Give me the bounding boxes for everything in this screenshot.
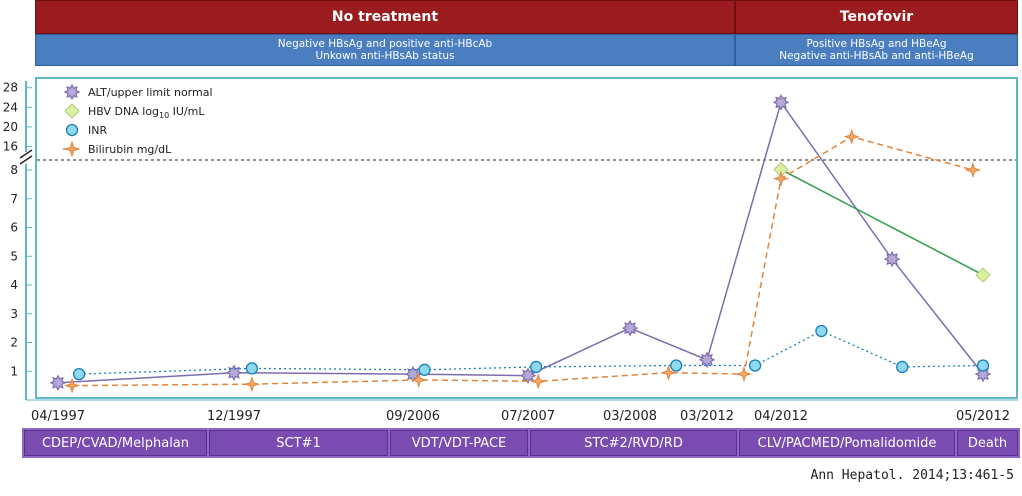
inr-point <box>72 367 86 381</box>
y-tick-label: 24 <box>3 100 18 114</box>
alt-point <box>63 83 81 101</box>
x-tick-label: 12/1997 <box>207 409 261 424</box>
alt-point <box>49 374 67 392</box>
citation: Ann Hepatol. 2014;13:461-5 <box>810 468 1015 483</box>
y-tick-label: 4 <box>10 278 18 292</box>
treatment-death: Death <box>957 430 1018 456</box>
treatment-vdt: VDT/VDT-PACE <box>390 430 528 456</box>
treatment-label: VDT/VDT-PACE <box>411 435 507 451</box>
legend-bili-label: Bilirubin mg/dL <box>88 143 172 156</box>
x-tick-label: 03/2008 <box>603 409 657 424</box>
inr-point <box>418 363 431 376</box>
inr-point <box>670 359 683 372</box>
inr-point <box>815 324 828 338</box>
axis-break-icon <box>19 149 33 165</box>
alt-point <box>698 351 716 369</box>
y-tick-label: 16 <box>3 140 18 154</box>
legend-hbv-label: HBV DNA log10 IU/mL <box>88 105 205 120</box>
y-tick-label: 6 <box>10 221 18 235</box>
chart-canvas: 1 2 3 4 5 6 7 8 16 20 24 28 04/1997 12/1997 09/2006 07/… <box>3 81 1018 424</box>
y-tick-label: 5 <box>10 249 18 263</box>
treatment-stc2: STC#2/RVD/RD <box>530 430 737 456</box>
inr-point <box>748 359 762 372</box>
x-tick-label: 07/2007 <box>501 409 555 424</box>
treatment-sct1: SCT#1 <box>209 430 388 456</box>
legend: ALT/upper limit normal HBV DNA log10 IU/m… <box>63 83 213 158</box>
alt-point <box>883 250 901 268</box>
treatment-cdep: CDEP/CVAD/Melphalan <box>24 430 207 456</box>
x-tick-label: 04/2012 <box>754 409 808 424</box>
inr-point <box>976 359 990 372</box>
y-tick-label: 3 <box>10 307 18 321</box>
legend-alt-label: ALT/upper limit normal <box>88 86 213 99</box>
inr-point <box>65 123 79 137</box>
bili-point <box>843 128 860 145</box>
bili-point <box>735 365 753 383</box>
x-tick-label: 09/2006 <box>386 409 440 424</box>
y-tick-label: 1 <box>10 364 18 378</box>
treatment-clv: CLV/PACMED/Pomalidomide <box>739 430 955 456</box>
inr-point <box>530 360 543 374</box>
treatment-label: Death <box>967 435 1008 451</box>
bili-series-line <box>72 135 974 387</box>
bili-point <box>772 170 790 187</box>
y-tick-label: 8 <box>10 163 18 177</box>
hbv-point <box>975 267 991 283</box>
treatment-label: STC#2/RVD/RD <box>584 435 683 451</box>
hbv-point <box>64 103 80 119</box>
legend-inr-label: INR <box>88 124 107 137</box>
bili-point <box>63 140 81 158</box>
x-tick-label: 05/2012 <box>956 409 1010 424</box>
y-tick-label: 28 <box>3 81 18 95</box>
inr-point <box>896 360 909 374</box>
alt-point <box>225 364 243 382</box>
bili-point <box>964 161 982 179</box>
x-tick-label: 03/2012 <box>680 409 734 424</box>
hbv-series-line <box>780 168 984 276</box>
y-tick-label: 7 <box>10 192 18 206</box>
bili-point <box>243 376 261 393</box>
inr-point <box>245 362 259 375</box>
y-tick-label: 20 <box>3 120 18 134</box>
treatment-label: CDEP/CVAD/Melphalan <box>41 435 190 451</box>
y-tick-label: 2 <box>10 336 18 350</box>
alt-point <box>772 94 790 111</box>
treatment-label: SCT#1 <box>276 435 321 451</box>
treatment-label: CLV/PACMED/Pomalidomide <box>757 435 937 451</box>
alt-point <box>621 319 639 337</box>
x-tick-label: 04/1997 <box>31 409 85 424</box>
